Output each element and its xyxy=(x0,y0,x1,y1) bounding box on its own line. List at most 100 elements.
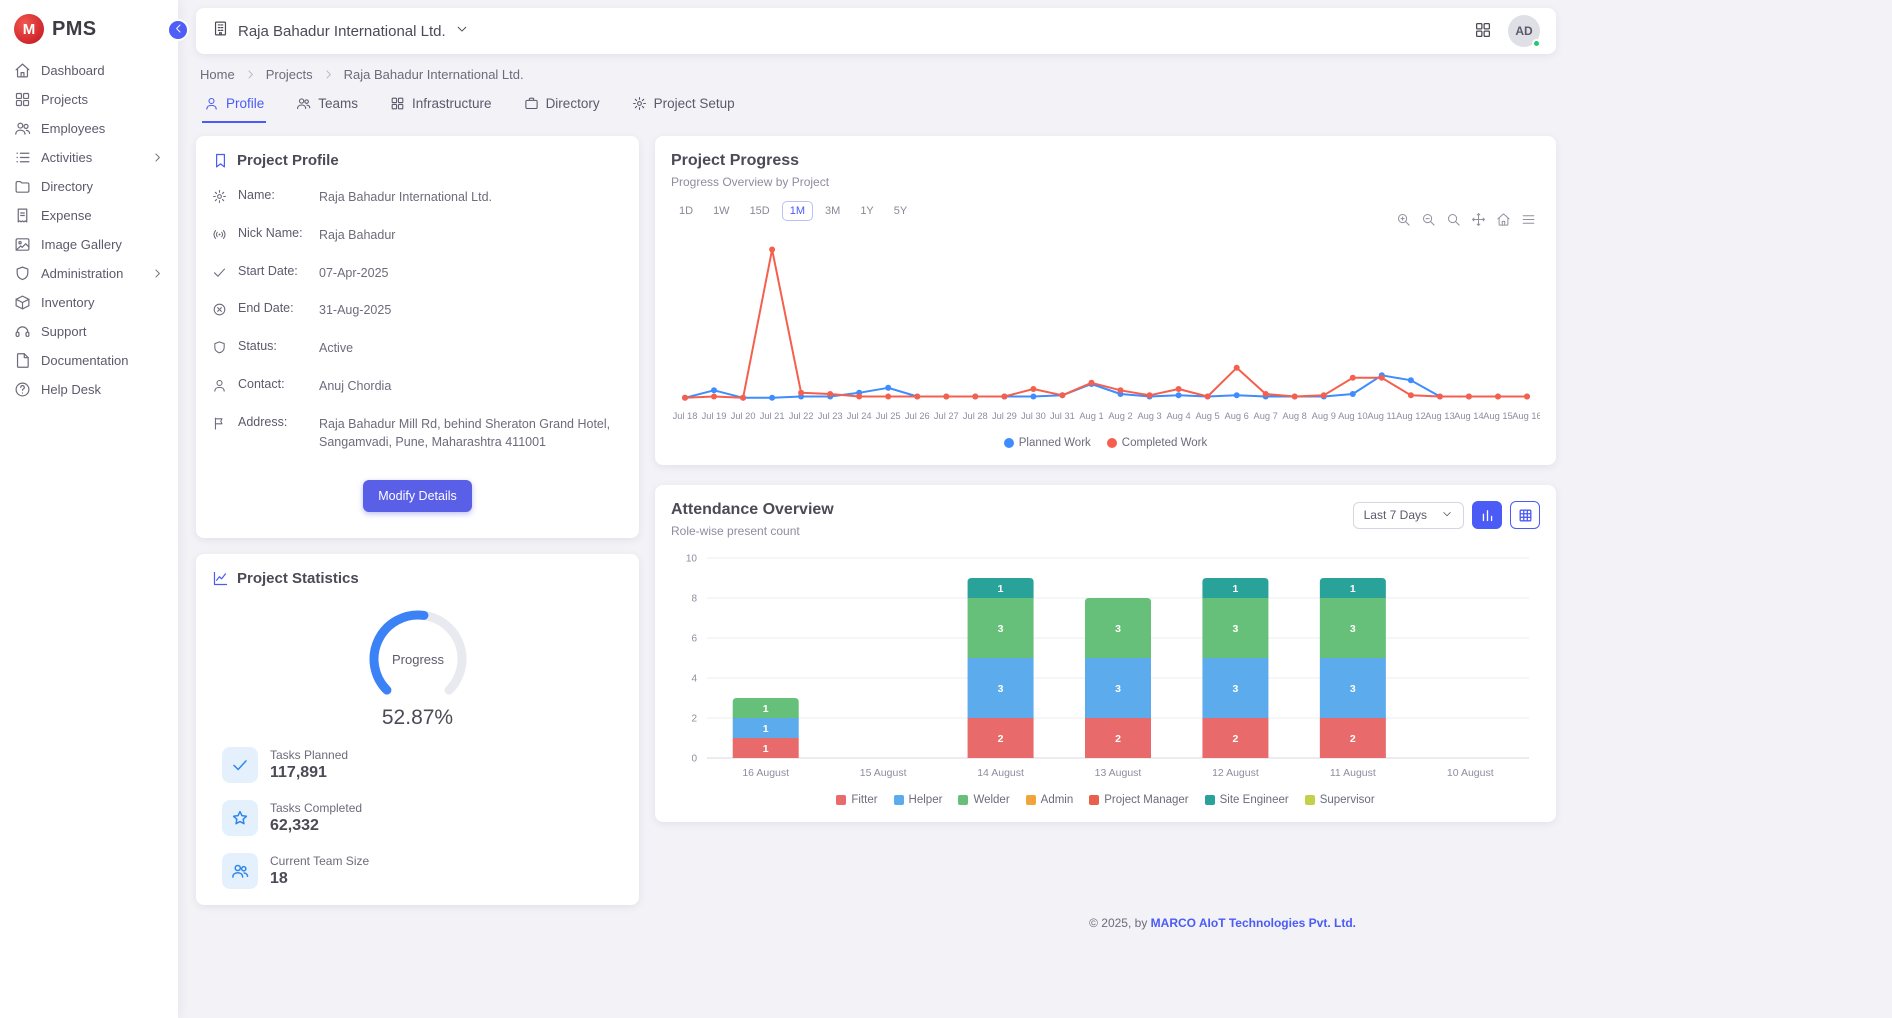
svg-text:Jul 31: Jul 31 xyxy=(1050,411,1075,421)
users-icon xyxy=(296,96,311,111)
bar-chart-view-button[interactable] xyxy=(1472,501,1502,529)
sidebar-item-employees[interactable]: Employees xyxy=(0,114,178,143)
tab-profile[interactable]: Profile xyxy=(202,91,266,123)
svg-text:2: 2 xyxy=(691,714,697,725)
modify-details-button[interactable]: Modify Details xyxy=(363,480,472,512)
range-1m-button[interactable]: 1M xyxy=(782,201,813,221)
svg-text:Aug 11: Aug 11 xyxy=(1367,411,1396,421)
svg-text:Jul 24: Jul 24 xyxy=(847,411,872,421)
check-icon xyxy=(212,265,227,280)
bookmark-icon xyxy=(212,152,229,169)
tab-project-setup[interactable]: Project Setup xyxy=(630,91,737,123)
chevron-right-icon xyxy=(151,151,164,164)
svg-text:Aug 7: Aug 7 xyxy=(1254,411,1278,421)
legend-project-manager[interactable]: Project Manager xyxy=(1089,794,1188,806)
stat-label: Tasks Completed xyxy=(270,801,362,815)
legend-welder[interactable]: Welder xyxy=(958,794,1009,806)
field-label: End Date: xyxy=(238,301,308,315)
sidebar-item-administration[interactable]: Administration xyxy=(0,259,178,288)
sidebar-item-inventory[interactable]: Inventory xyxy=(0,288,178,317)
legend-fitter[interactable]: Fitter xyxy=(836,794,877,806)
legend-supervisor[interactable]: Supervisor xyxy=(1305,794,1375,806)
sidebar-item-directory[interactable]: Directory xyxy=(0,172,178,201)
sidebar-item-image-gallery[interactable]: Image Gallery xyxy=(0,230,178,259)
chart-move-button[interactable] xyxy=(1471,212,1486,227)
tab-infrastructure[interactable]: Infrastructure xyxy=(388,91,494,123)
stat-tasks-planned: Tasks Planned117,891 xyxy=(222,747,623,783)
home-icon xyxy=(1496,212,1511,227)
range-1y-button[interactable]: 1Y xyxy=(852,201,881,221)
svg-text:11 August: 11 August xyxy=(1330,767,1376,779)
list-icon xyxy=(14,149,31,166)
sidebar-item-activities[interactable]: Activities xyxy=(0,143,178,172)
chart-line-icon xyxy=(212,570,229,587)
svg-text:Aug 12: Aug 12 xyxy=(1396,411,1425,421)
date-range-select[interactable]: Last 7 Days xyxy=(1353,502,1464,529)
sidebar-item-dashboard[interactable]: Dashboard xyxy=(0,56,178,85)
tab-label: Profile xyxy=(226,96,264,111)
svg-text:2: 2 xyxy=(1233,733,1239,745)
profile-field-nick-name-: Nick Name:Raja Bahadur xyxy=(212,226,623,245)
breadcrumb-raja-bahadur-international-ltd-[interactable]: Raja Bahadur International Ltd. xyxy=(344,67,524,82)
svg-text:3: 3 xyxy=(1233,683,1239,695)
tab-teams[interactable]: Teams xyxy=(294,91,360,123)
sidebar-item-expense[interactable]: Expense xyxy=(0,201,178,230)
sidebar-item-help-desk[interactable]: Help Desk xyxy=(0,375,178,404)
svg-text:3: 3 xyxy=(1233,623,1239,635)
gear-icon xyxy=(632,96,647,111)
footer-copyright: © 2025, by xyxy=(1089,916,1151,930)
nick-name-field-icon xyxy=(212,227,227,242)
svg-text:Jul 26: Jul 26 xyxy=(905,411,930,421)
footer-company-link[interactable]: MARCO AIoT Technologies Pvt. Ltd. xyxy=(1151,916,1356,930)
range-15d-button[interactable]: 15D xyxy=(742,201,778,221)
breadcrumb-home[interactable]: Home xyxy=(200,67,235,82)
field-label: Contact: xyxy=(238,377,308,391)
svg-text:2: 2 xyxy=(1350,733,1356,745)
tab-directory[interactable]: Directory xyxy=(522,91,602,123)
range-5y-button[interactable]: 5Y xyxy=(886,201,915,221)
chart-home-button[interactable] xyxy=(1496,212,1511,227)
range-3m-button[interactable]: 3M xyxy=(817,201,848,221)
svg-text:0: 0 xyxy=(691,754,697,765)
legend-completed-work[interactable]: Completed Work xyxy=(1107,437,1207,449)
legend-admin[interactable]: Admin xyxy=(1026,794,1074,806)
svg-text:3: 3 xyxy=(1115,683,1121,695)
line-chart[interactable]: Jul 18Jul 19Jul 20Jul 21Jul 22Jul 23Jul … xyxy=(671,223,1540,435)
chevron-right-icon xyxy=(151,267,164,280)
sidebar-item-support[interactable]: Support xyxy=(0,317,178,346)
sidebar-item-label: Expense xyxy=(41,208,92,223)
chart-zoom-out-button[interactable] xyxy=(1421,212,1436,227)
sidebar-item-projects[interactable]: Projects xyxy=(0,85,178,114)
range-1d-button[interactable]: 1D xyxy=(671,201,701,221)
breadcrumb-projects[interactable]: Projects xyxy=(266,67,313,82)
field-value: Raja Bahadur xyxy=(319,226,395,245)
stat-current-team-size: Current Team Size18 xyxy=(222,853,623,889)
company-selector[interactable]: Raja Bahadur International Ltd. xyxy=(212,20,469,42)
app-logo[interactable]: M PMS xyxy=(0,0,178,56)
legend-site-engineer[interactable]: Site Engineer xyxy=(1205,794,1289,806)
legend-helper[interactable]: Helper xyxy=(894,794,943,806)
range-1w-button[interactable]: 1W xyxy=(705,201,738,221)
stacked-bar-chart[interactable]: 024681011116 August15 August233114 Augus… xyxy=(671,546,1540,792)
chart-zoom-in-button[interactable] xyxy=(1396,212,1411,227)
legend-planned-work[interactable]: Planned Work xyxy=(1004,437,1091,449)
svg-text:1: 1 xyxy=(763,723,769,735)
tab-label: Infrastructure xyxy=(412,96,492,111)
x-circle-icon xyxy=(212,302,227,317)
chart-menu-button[interactable] xyxy=(1521,212,1536,227)
user-avatar[interactable]: AD xyxy=(1508,15,1540,47)
progress-chart-title: Project Progress xyxy=(671,152,1540,170)
status-field-icon xyxy=(212,340,227,355)
apps-grid-button[interactable] xyxy=(1474,21,1492,42)
svg-text:1: 1 xyxy=(763,743,769,755)
table-view-button[interactable] xyxy=(1510,501,1540,529)
user-icon xyxy=(204,96,219,111)
breadcrumb-separator-icon xyxy=(322,68,335,81)
main-area: Raja Bahadur International Ltd. AD Home P… xyxy=(178,0,1892,1018)
sidebar-item-documentation[interactable]: Documentation xyxy=(0,346,178,375)
svg-text:Aug 14: Aug 14 xyxy=(1454,411,1483,421)
stat-value: 62,332 xyxy=(270,817,362,835)
chart-search-button[interactable] xyxy=(1446,212,1461,227)
svg-text:Jul 21: Jul 21 xyxy=(760,411,785,421)
sidebar-collapse-button[interactable] xyxy=(167,19,189,41)
